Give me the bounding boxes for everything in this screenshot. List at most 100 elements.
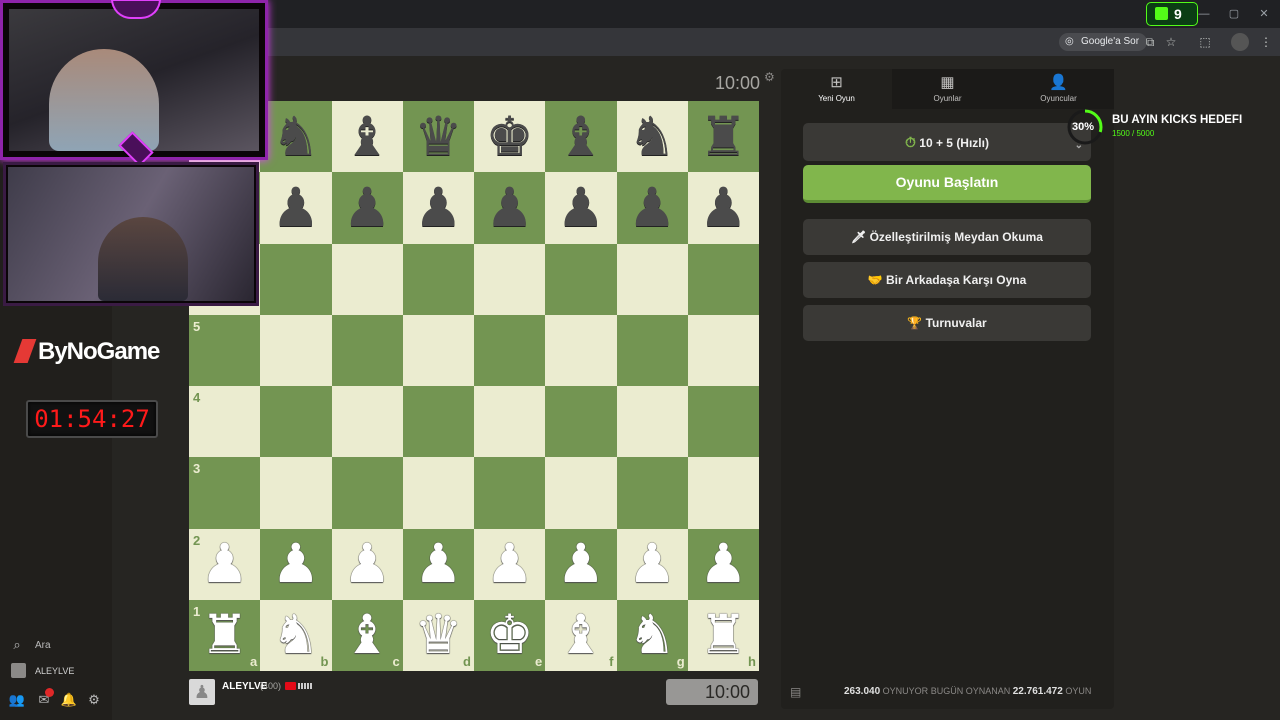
minimize-icon[interactable]: — [1196, 6, 1212, 22]
board-square[interactable]: ♟ [616, 528, 688, 600]
board-square[interactable] [474, 386, 546, 458]
board-square[interactable]: ♝ [545, 101, 617, 173]
board-square[interactable] [616, 243, 688, 315]
chess-piece[interactable]: ♟ [699, 180, 747, 235]
chess-piece[interactable]: ♜ [200, 608, 248, 662]
tab-players[interactable]: 👤 Oyuncular [1003, 69, 1114, 109]
tab-new-game[interactable]: ⊞ Yeni Oyun [781, 69, 892, 109]
board-square[interactable]: ♛ d [402, 599, 474, 671]
chess-piece[interactable]: ♟ [343, 537, 391, 591]
chess-piece[interactable]: ♜ [699, 109, 747, 164]
chess-piece[interactable]: ♛ [414, 109, 462, 164]
board-square[interactable]: ♟ [260, 528, 332, 600]
board-square[interactable]: ♟ [474, 528, 546, 600]
tab-games[interactable]: ▦ Oyunlar [892, 69, 1003, 109]
board-square[interactable]: 5 [189, 314, 261, 386]
sidebar-search-label[interactable]: Ara [35, 640, 51, 651]
cast-icon[interactable]: ⧉ [1141, 33, 1159, 51]
chess-piece[interactable]: ♝ [343, 608, 391, 662]
google-ask-chip[interactable]: ◎ Google'a Sor [1059, 33, 1148, 51]
board-square[interactable]: ♟ [402, 172, 474, 244]
board-square[interactable] [331, 386, 403, 458]
board-square[interactable] [474, 314, 546, 386]
chess-piece[interactable]: ♚ [485, 608, 533, 662]
browser-menu-icon[interactable]: ⋮ [1257, 33, 1275, 51]
board-square[interactable]: ♜ h [687, 599, 759, 671]
close-icon[interactable]: ✕ [1256, 6, 1272, 22]
board-square[interactable]: ♛ [402, 101, 474, 173]
board-square[interactable] [402, 457, 474, 529]
board-square[interactable] [616, 386, 688, 458]
sidebar-username[interactable]: ALEYLVE [35, 666, 74, 676]
chess-piece[interactable]: ♟ [557, 537, 605, 591]
board-square[interactable] [260, 457, 332, 529]
board-square[interactable]: ♟ [545, 172, 617, 244]
board-square[interactable] [545, 243, 617, 315]
chess-piece[interactable]: ♟ [485, 180, 533, 235]
notifications-icon[interactable]: 🔔 [60, 691, 78, 709]
board-square[interactable] [687, 243, 759, 315]
player-avatar[interactable]: ♟ [189, 679, 215, 705]
board-square[interactable] [331, 243, 403, 315]
play-friend-button[interactable]: 🤝 Bir Arkadaşa Karşı Oyna [803, 262, 1091, 298]
board-square[interactable]: ♚ [474, 101, 546, 173]
chess-piece[interactable]: ♞ [272, 109, 320, 164]
board-square[interactable] [402, 386, 474, 458]
chess-piece[interactable]: ♟ [343, 180, 391, 235]
chess-piece[interactable]: ♜ [699, 608, 747, 662]
chess-piece[interactable]: ♞ [272, 608, 320, 662]
chess-piece[interactable]: ♝ [557, 608, 605, 662]
board-square[interactable]: ♟ [545, 528, 617, 600]
board-square[interactable] [331, 457, 403, 529]
board-square[interactable]: ♚ e [474, 599, 546, 671]
board-square[interactable]: 3 [189, 457, 261, 529]
board-square[interactable] [616, 314, 688, 386]
board-square[interactable] [474, 243, 546, 315]
board-square[interactable] [687, 314, 759, 386]
chat-icon[interactable]: ▤ [790, 685, 801, 699]
start-game-button[interactable]: Oyunu Başlatın [803, 165, 1091, 203]
messages-icon[interactable]: ✉ [35, 688, 54, 709]
chess-piece[interactable]: ♟ [557, 180, 605, 235]
chess-piece[interactable]: ♛ [414, 608, 462, 662]
board-square[interactable] [687, 457, 759, 529]
board-square[interactable]: ♝ c [331, 599, 403, 671]
board-square[interactable] [687, 386, 759, 458]
chess-board[interactable]: ♜♞♝♛♚♝♞♜♟♟♟♟♟♟♟♟543♟2♟♟♟♟♟♟♟♜1a♞b♝c♛d♚e♝… [189, 101, 759, 671]
chess-piece[interactable]: ♟ [485, 537, 533, 591]
board-settings-gear-icon[interactable]: ⚙ [764, 70, 775, 84]
friends-icon[interactable]: 👥 [8, 691, 26, 709]
board-square[interactable]: ♟ [474, 172, 546, 244]
maximize-icon[interactable]: ▢ [1226, 6, 1242, 22]
board-square[interactable]: ♟ [616, 172, 688, 244]
chess-piece[interactable]: ♟ [200, 537, 248, 591]
custom-challenge-button[interactable]: 🗡 Özelleştirilmiş Meydan Okuma [803, 219, 1091, 255]
board-square[interactable]: ♟ [331, 172, 403, 244]
board-square[interactable] [402, 314, 474, 386]
board-square[interactable] [331, 314, 403, 386]
board-square[interactable] [260, 386, 332, 458]
board-square[interactable]: ♜ 1 a [189, 599, 261, 671]
chess-piece[interactable]: ♟ [414, 180, 462, 235]
board-square[interactable] [260, 314, 332, 386]
extensions-icon[interactable]: ⬚ [1196, 33, 1214, 51]
chess-piece[interactable]: ♞ [628, 109, 676, 164]
board-square[interactable]: ♜ [687, 101, 759, 173]
board-square[interactable]: ♟ [687, 172, 759, 244]
board-square[interactable]: ♞ [616, 101, 688, 173]
chess-piece[interactable]: ♝ [557, 109, 605, 164]
kick-badge[interactable]: 9 [1146, 2, 1198, 26]
board-square[interactable]: ♟ 2 [189, 528, 261, 600]
board-square[interactable]: ♞ b [260, 599, 332, 671]
chess-piece[interactable]: ♟ [628, 180, 676, 235]
board-square[interactable] [545, 457, 617, 529]
board-square[interactable]: ♟ [402, 528, 474, 600]
search-icon[interactable]: ⌕ [8, 636, 26, 654]
chess-piece[interactable]: ♟ [272, 537, 320, 591]
chess-piece[interactable]: ♟ [272, 180, 320, 235]
chess-piece[interactable]: ♝ [343, 109, 391, 164]
chess-piece[interactable]: ♚ [485, 109, 533, 164]
settings-gear-icon[interactable]: ⚙ [85, 691, 103, 709]
profile-avatar[interactable] [1231, 33, 1249, 51]
board-square[interactable] [402, 243, 474, 315]
